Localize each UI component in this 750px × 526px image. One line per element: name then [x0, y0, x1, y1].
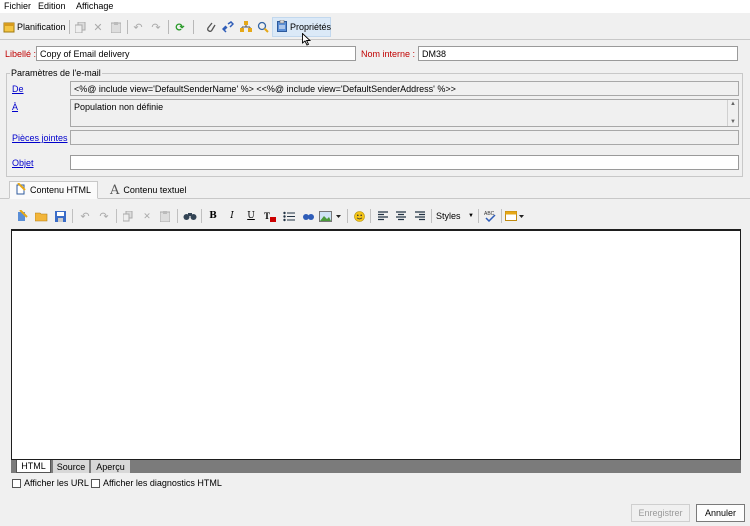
menu-bar: Fichier Edition Affichage [0, 0, 750, 13]
menu-affichage[interactable]: Affichage [76, 1, 113, 11]
pieces-jointes-field[interactable] [70, 130, 739, 145]
nom-interne-input[interactable]: DM38 [418, 46, 738, 61]
bullet-list-icon[interactable] [281, 208, 297, 224]
show-diag-box[interactable] [91, 478, 100, 488]
planification-button[interactable]: Planification [3, 19, 66, 35]
table-menu-icon[interactable] [505, 208, 525, 224]
copy-icon[interactable] [73, 19, 87, 35]
editor-undo-icon[interactable]: ↶ [77, 208, 93, 224]
italic-icon[interactable]: I [224, 208, 240, 224]
insert-link-icon[interactable] [300, 208, 316, 224]
underline-icon[interactable]: U [243, 208, 259, 224]
html-editor-area[interactable] [11, 229, 741, 460]
editor-view-tabs: HTML Source Aperçu [11, 460, 741, 473]
show-urls-label: Afficher les URL [24, 478, 89, 488]
tab-contenu-textuel-label: Contenu textuel [123, 185, 187, 195]
editor-copy-icon[interactable] [120, 208, 136, 224]
find-icon[interactable] [182, 208, 198, 224]
show-diag-checkbox[interactable]: Afficher les diagnostics HTML [91, 478, 222, 488]
align-left-icon[interactable] [375, 208, 391, 224]
link-icon[interactable] [221, 19, 235, 35]
redo-icon[interactable]: ↷ [149, 19, 163, 35]
mouse-cursor-icon [301, 31, 311, 47]
a-field-scrollbar[interactable]: ▲ ▼ [727, 100, 738, 126]
email-params-title: Paramètres de l'e-mail [10, 68, 102, 78]
smiley-icon[interactable] [351, 208, 367, 224]
libelle-input[interactable]: Copy of Email delivery [36, 46, 356, 61]
tab-apercu[interactable]: Aperçu [91, 460, 131, 473]
styles-label: Styles [436, 211, 461, 221]
html-content-icon [16, 182, 26, 197]
clipboard-icon [277, 19, 287, 34]
pieces-jointes-link[interactable]: Pièces jointes [12, 133, 68, 143]
tab-contenu-textuel[interactable]: A Contenu textuel [104, 181, 192, 199]
align-right-icon[interactable] [412, 208, 428, 224]
content-tabs: Contenu HTML A Contenu textuel [0, 181, 750, 199]
scroll-up-icon[interactable]: ▲ [730, 101, 736, 107]
paste-icon[interactable] [109, 19, 123, 35]
tab-html[interactable]: HTML [16, 460, 51, 473]
styles-dropdown[interactable]: Styles ▼ [434, 208, 476, 224]
editor-cut-icon[interactable]: ✕ [139, 208, 155, 224]
editor-paste-icon[interactable] [157, 208, 173, 224]
menu-edition[interactable]: Edition [38, 1, 66, 11]
libelle-label: Libellé : [5, 49, 37, 59]
new-html-icon[interactable] [14, 208, 30, 224]
spellcheck-icon[interactable]: ABC [482, 208, 498, 224]
de-field[interactable]: <%@ include view='DefaultSenderName' %> … [70, 81, 739, 96]
a-field[interactable]: Population non définie ▲ ▼ [70, 99, 739, 127]
a-link[interactable]: À [12, 102, 18, 112]
editor-redo-icon[interactable]: ↷ [96, 208, 112, 224]
cancel-button[interactable]: Annuler [696, 504, 745, 522]
cut-icon[interactable]: ✕ [91, 19, 105, 35]
nom-interne-label: Nom interne : [361, 49, 416, 59]
show-diag-label: Afficher les diagnostics HTML [103, 478, 222, 488]
calendar-icon [3, 21, 15, 33]
save-button[interactable]: Enregistrer [631, 504, 690, 522]
save-icon[interactable] [52, 208, 68, 224]
objet-input[interactable] [70, 155, 739, 170]
tab-contenu-html[interactable]: Contenu HTML [9, 181, 99, 199]
tree-icon[interactable] [239, 19, 253, 35]
tab-contenu-html-label: Contenu HTML [30, 185, 92, 195]
a-field-value: Population non définie [74, 102, 164, 112]
insert-image-icon[interactable] [318, 208, 344, 224]
chevron-down-icon: ▼ [468, 213, 474, 219]
menu-fichier[interactable]: Fichier [4, 1, 31, 11]
align-center-icon[interactable] [393, 208, 409, 224]
show-urls-box[interactable] [12, 478, 21, 488]
bold-icon[interactable]: B [205, 208, 221, 224]
scroll-down-icon[interactable]: ▼ [730, 119, 736, 125]
open-folder-icon[interactable] [33, 208, 49, 224]
search-user-icon[interactable] [256, 19, 270, 35]
attachment-icon[interactable] [203, 19, 217, 35]
text-content-icon: A [110, 182, 120, 198]
de-link[interactable]: De [12, 84, 24, 94]
svg-text:T: T [264, 211, 270, 221]
refresh-icon[interactable]: ⟳ [173, 19, 187, 35]
show-urls-checkbox[interactable]: Afficher les URL [12, 478, 89, 488]
tab-source[interactable]: Source [53, 460, 90, 473]
editor-toolbar: ↶ ↷ ✕ B I U T Styles ▼ ABC [0, 205, 750, 227]
text-color-icon[interactable]: T [262, 208, 278, 224]
planification-label: Planification [17, 22, 66, 32]
main-toolbar: Planification ✕ ↶ ↷ ⟳ Propriétés [0, 14, 750, 46]
objet-link[interactable]: Objet [12, 158, 34, 168]
undo-icon[interactable]: ↶ [131, 19, 145, 35]
